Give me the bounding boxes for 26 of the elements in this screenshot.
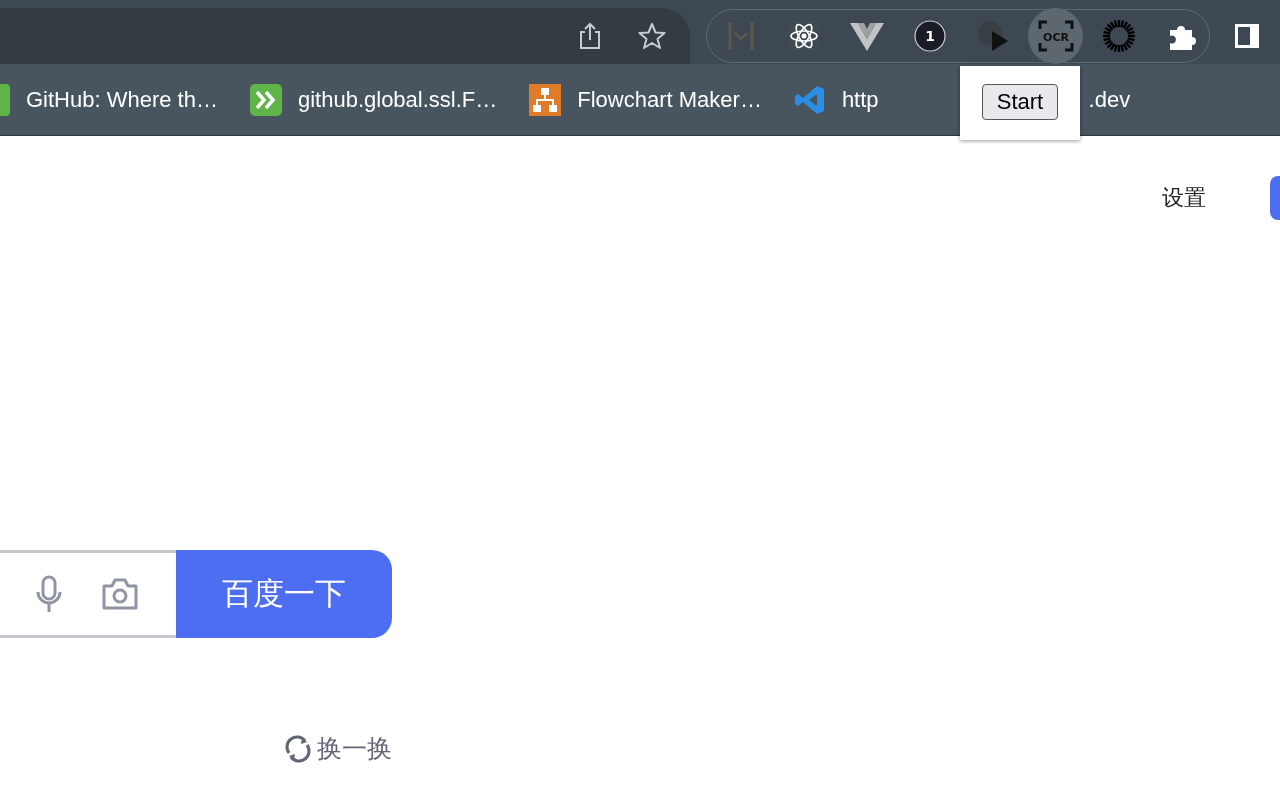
icon-label: OCR <box>1042 30 1069 44</box>
settings-link[interactable]: 设置 <box>1162 183 1206 213</box>
share-icon[interactable] <box>578 22 602 50</box>
play-icon <box>975 18 1010 53</box>
icon-label: 1 <box>925 27 935 44</box>
bookmark[interactable]: http <box>793 83 879 116</box>
refresh-link[interactable]: 换一换 <box>283 732 392 765</box>
bookmark[interactable]: Flowchart Maker… <box>529 83 762 116</box>
double-chevron-icon <box>249 83 282 116</box>
start-button[interactable]: Start <box>981 84 1059 120</box>
search-field[interactable] <box>0 550 176 638</box>
sunburst-icon <box>1101 18 1136 53</box>
v-shape-icon <box>850 20 885 51</box>
login-button[interactable] <box>1270 176 1280 220</box>
bookmark[interactable]: GitHub: Where th… <box>0 83 218 116</box>
extension-button[interactable]: 1 <box>902 7 958 64</box>
camera-icon[interactable] <box>100 577 140 611</box>
search-button[interactable]: 百度一下 <box>176 550 392 638</box>
star-icon[interactable] <box>638 22 666 50</box>
bookmark[interactable]: github.global.ssl.F… <box>249 83 498 116</box>
side-panel-icon[interactable] <box>1234 23 1260 49</box>
refresh-icon <box>283 733 313 764</box>
microphone-icon[interactable] <box>34 574 64 614</box>
code-editor-icon <box>793 83 826 116</box>
flowchart-icon <box>529 83 562 116</box>
bookmark-label[interactable]: .dev <box>1088 86 1131 113</box>
